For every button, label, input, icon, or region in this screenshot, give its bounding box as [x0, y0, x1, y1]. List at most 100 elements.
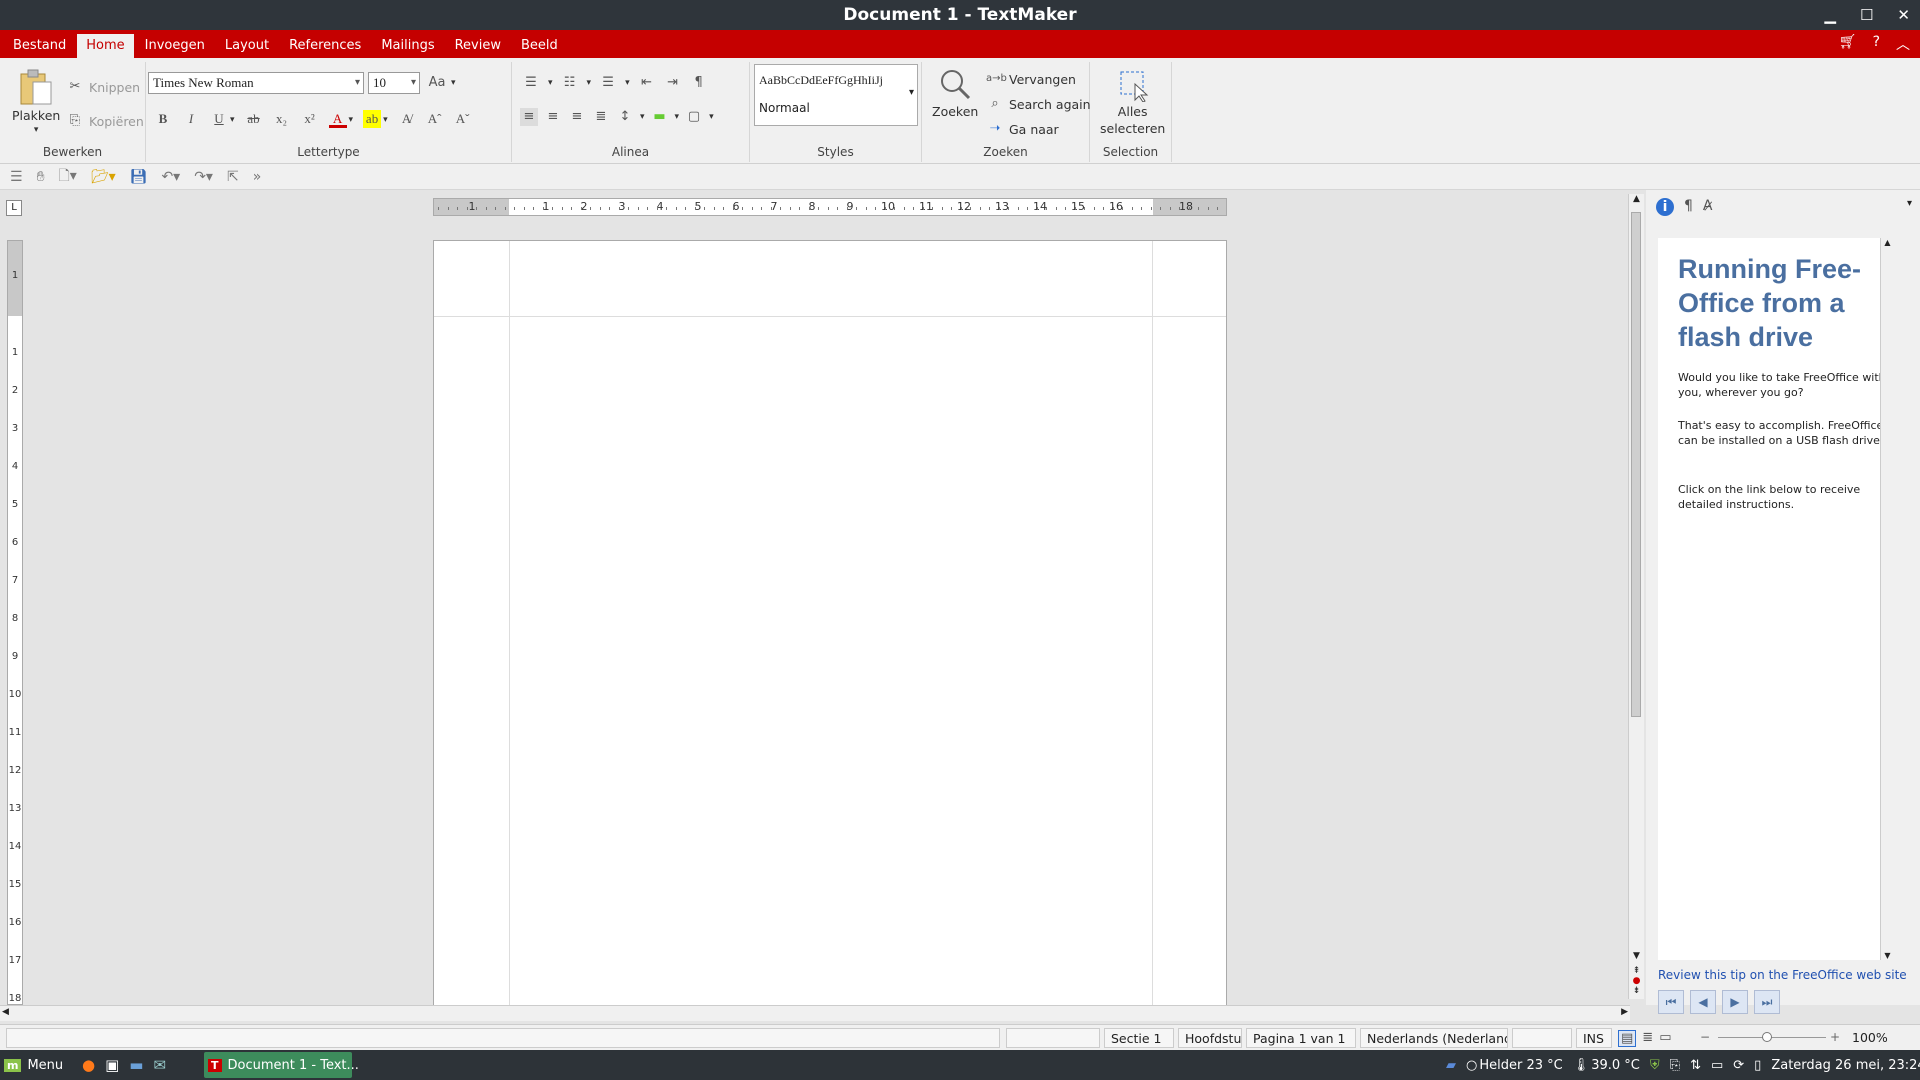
flag-icon[interactable]: ▰ — [1446, 1058, 1456, 1073]
paragraph-icon[interactable]: ¶ — [1684, 198, 1693, 216]
tab-layout[interactable]: Layout — [216, 34, 278, 58]
tab-review[interactable]: Review — [446, 34, 510, 58]
collapse-ribbon-icon[interactable]: ︿ — [1896, 34, 1910, 54]
sidebar-menu-icon[interactable]: ▾ — [1907, 198, 1912, 209]
network-icon[interactable]: ⇅ — [1690, 1058, 1701, 1073]
horizontal-scrollbar[interactable]: ◀ ▶ — [0, 1005, 1630, 1021]
scroll-left-icon[interactable]: ◀ — [2, 1007, 9, 1017]
pilcrow-icon[interactable]: ¶ — [690, 74, 708, 92]
undo-icon[interactable]: ↶▾ — [161, 169, 180, 185]
zoom-in-icon[interactable]: + — [1830, 1030, 1840, 1044]
style-dropdown-icon[interactable]: ▾ — [909, 87, 914, 98]
display-icon[interactable]: ▭ — [1711, 1058, 1723, 1073]
font-size-select[interactable]: 10 ▾ — [368, 72, 420, 94]
redo-icon[interactable]: ↷▾ — [194, 169, 213, 185]
search-button[interactable]: Zoeken — [932, 68, 978, 119]
font-name-select[interactable]: Times New Roman ▾ — [148, 72, 364, 94]
info-icon[interactable]: i — [1656, 198, 1674, 216]
hamburger-icon[interactable]: ☰ — [10, 169, 23, 185]
previous-tip-icon[interactable]: ◀ — [1690, 990, 1716, 1014]
cart-icon[interactable]: 🛒︎ — [1839, 34, 1857, 54]
thunderbird-icon[interactable]: ✉ — [153, 1056, 166, 1074]
borders-icon[interactable]: ▢ — [685, 108, 703, 126]
decrease-indent-icon[interactable]: ⇤ — [638, 74, 656, 92]
numbered-list-icon[interactable]: ☷ — [561, 74, 579, 92]
next-tip-icon[interactable]: ▶ — [1722, 990, 1748, 1014]
scroll-down-icon[interactable]: ▼ — [1629, 951, 1644, 961]
underline-icon[interactable]: U — [210, 110, 228, 128]
hand-icon[interactable]: ✋︎ — [37, 169, 45, 185]
battery-icon[interactable]: ▯ — [1754, 1058, 1761, 1073]
subscript-icon[interactable]: x₂ — [273, 110, 291, 128]
character-style-icon[interactable]: A̷ — [1703, 198, 1713, 216]
close-icon[interactable]: ✕ — [1897, 6, 1910, 24]
align-right-icon[interactable]: ≡ — [568, 108, 586, 126]
increase-indent-icon[interactable]: ⇥ — [664, 74, 682, 92]
save-icon[interactable]: 💾︎ — [130, 169, 148, 185]
scroll-right-icon[interactable]: ▶ — [1621, 1007, 1628, 1017]
taskbar-window-textmaker[interactable]: T Document 1 - Text... — [204, 1052, 359, 1078]
superscript-icon[interactable]: x² — [301, 110, 319, 128]
outline-view-icon[interactable]: ▭ — [1659, 1030, 1671, 1047]
first-tip-icon[interactable]: ⏮ — [1658, 990, 1684, 1014]
zoom-out-icon[interactable]: − — [1700, 1030, 1710, 1044]
status-language[interactable]: Nederlands (Nederland — [1360, 1028, 1508, 1048]
clipboard-tray-icon[interactable]: ⎘ — [1670, 1058, 1680, 1073]
help-icon[interactable]: ? — [1873, 34, 1880, 54]
browse-object-icon[interactable]: ⇞ ● ⇟ — [1629, 966, 1644, 996]
shield-icon[interactable]: ⛨ — [1650, 1058, 1660, 1073]
replace-button[interactable]: a→b Vervangen — [986, 70, 1076, 88]
new-document-icon[interactable]: 🗋︎▾ — [59, 165, 77, 189]
page-view-icon[interactable]: ▤ — [1618, 1030, 1637, 1047]
justify-icon[interactable]: ≣ — [592, 108, 610, 126]
paste-button[interactable]: Plakken ▾ — [12, 68, 60, 135]
cut-button[interactable]: ✂ Knippen — [66, 78, 141, 96]
grow-font-icon[interactable]: Aˆ — [426, 110, 444, 128]
start-menu-button[interactable]: m Menu — [4, 1050, 63, 1080]
style-gallery[interactable]: AaBbCcDdEeFfGgHhIiJj Normaal ▾ — [754, 64, 918, 126]
change-case-button[interactable]: Aa ▾ — [428, 74, 456, 92]
last-tip-icon[interactable]: ⏭ — [1754, 990, 1780, 1014]
align-center-icon[interactable]: ≡ — [544, 108, 562, 126]
open-folder-icon[interactable]: 📂︎▾ — [91, 169, 116, 185]
copy-button[interactable]: ⎘ Kopiëren — [66, 112, 144, 130]
zoom-slider-thumb[interactable] — [1762, 1032, 1772, 1042]
zoom-slider[interactable] — [1718, 1037, 1826, 1038]
font-color-icon[interactable]: A — [328, 110, 347, 128]
more-icon[interactable]: » — [253, 169, 262, 185]
tab-stop-selector[interactable]: L — [6, 200, 22, 216]
status-insert-mode[interactable]: INS — [1576, 1028, 1612, 1048]
tab-mailings[interactable]: Mailings — [372, 34, 443, 58]
document-page[interactable] — [433, 240, 1227, 1015]
goto-button[interactable]: ➝ Ga naar — [986, 120, 1059, 138]
shrink-font-icon[interactable]: Aˇ — [454, 110, 472, 128]
shading-icon[interactable]: ▬ — [651, 108, 669, 126]
bullet-list-icon[interactable]: ☰ — [522, 74, 540, 92]
tip-web-link[interactable]: Review this tip on the FreeOffice web si… — [1658, 968, 1907, 982]
tab-beeld[interactable]: Beeld — [512, 34, 567, 58]
pointer-icon[interactable]: ⇱ — [227, 169, 239, 185]
align-left-icon[interactable]: ≡ — [520, 108, 538, 126]
terminal-icon[interactable]: ▣ — [105, 1056, 119, 1074]
italic-icon[interactable]: I — [182, 110, 200, 128]
vertical-scrollbar[interactable]: ▲ ▼ ⇞ ● ⇟ — [1628, 194, 1644, 999]
line-spacing-icon[interactable]: ↕ — [616, 108, 634, 126]
minimize-icon[interactable]: ▁ — [1824, 6, 1836, 24]
maximize-icon[interactable]: ☐ — [1860, 6, 1873, 24]
horizontal-ruler[interactable]: 1 1 2 3 4 5 6 7 8 9 10 11 12 13 14 15 16 18 — [433, 198, 1227, 216]
firefox-icon[interactable]: ● — [82, 1056, 95, 1074]
files-icon[interactable]: ▬ — [129, 1056, 143, 1074]
multilevel-list-icon[interactable]: ☰ — [599, 74, 617, 92]
tab-invoegen[interactable]: Invoegen — [136, 34, 214, 58]
continuous-view-icon[interactable]: ≣ — [1642, 1030, 1653, 1047]
select-all-button[interactable]: Alles selecteren — [1100, 68, 1165, 136]
clear-format-icon[interactable]: A̸ — [398, 110, 416, 128]
tab-bestand[interactable]: Bestand — [4, 34, 75, 58]
strikethrough-icon[interactable]: ab — [245, 110, 263, 128]
tab-references[interactable]: References — [280, 34, 370, 58]
clock[interactable]: Zaterdag 26 mei, 23:24 — [1771, 1058, 1920, 1073]
tab-home[interactable]: Home — [77, 34, 134, 58]
tip-scrollbar[interactable]: ▲ ▼ — [1880, 238, 1894, 960]
update-icon[interactable]: ⟳ — [1733, 1058, 1744, 1073]
highlight-icon[interactable]: ab — [363, 110, 382, 128]
